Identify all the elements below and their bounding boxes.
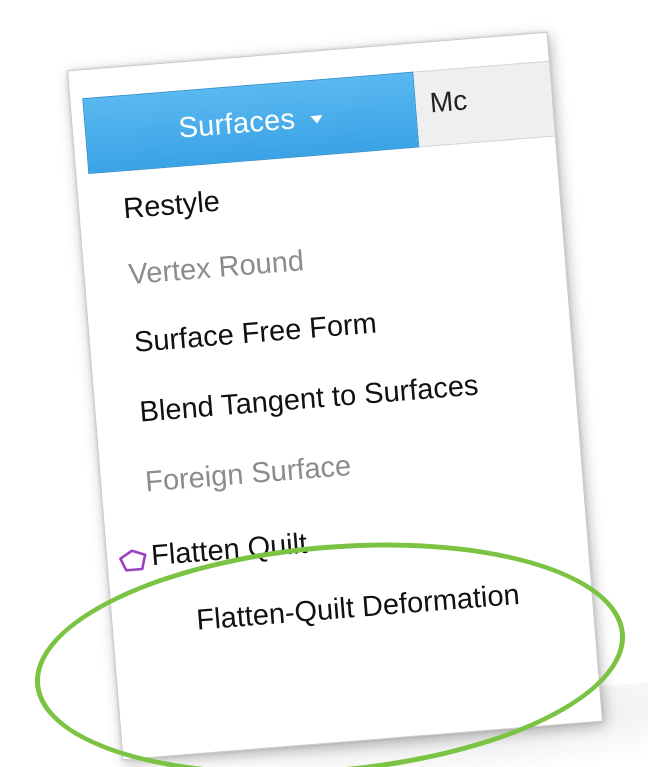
menu-item-label: Vertex Round — [127, 245, 306, 292]
caret-down-icon — [310, 115, 324, 125]
menu-item-label: Restyle — [122, 185, 222, 226]
tab-surfaces-label: Surfaces — [177, 102, 297, 145]
dropdown-panel: Surfaces Mc Restyle Vertex Round Surface… — [67, 31, 603, 761]
menu-item-surface-free-form[interactable]: Surface Free Form — [88, 307, 378, 379]
menu-item-flatten-quilt[interactable]: Flatten Quilt — [105, 528, 308, 592]
tab-next-label: Mc — [428, 84, 469, 119]
menu-item-flatten-quilt-deformation[interactable]: Flatten-Quilt Deformation — [111, 579, 520, 660]
menu-item-label: Flatten-Quilt Deformation — [195, 578, 521, 637]
flatten-quilt-icon — [119, 549, 147, 572]
menu-item-blend-tangent-to-surfaces[interactable]: Blend Tangent to Surfaces — [94, 370, 479, 448]
menu-item-label: Flatten Quilt — [149, 527, 309, 573]
menu-item-vertex-round[interactable]: Vertex Round — [83, 245, 305, 311]
ribbon-tab-strip: Surfaces Mc — [82, 60, 555, 175]
menu-item-restyle[interactable]: Restyle — [77, 185, 221, 245]
screenshot-stage: Surfaces Mc Restyle Vertex Round Surface… — [0, 0, 648, 767]
tab-next[interactable]: Mc — [413, 60, 555, 148]
menu-item-foreign-surface[interactable]: Foreign Surface — [99, 450, 352, 518]
menu-item-label: Blend Tangent to Surfaces — [138, 369, 480, 429]
menu-item-label: Foreign Surface — [144, 449, 353, 499]
tab-surfaces[interactable]: Surfaces — [82, 71, 420, 175]
menu-item-label: Surface Free Form — [132, 307, 378, 359]
